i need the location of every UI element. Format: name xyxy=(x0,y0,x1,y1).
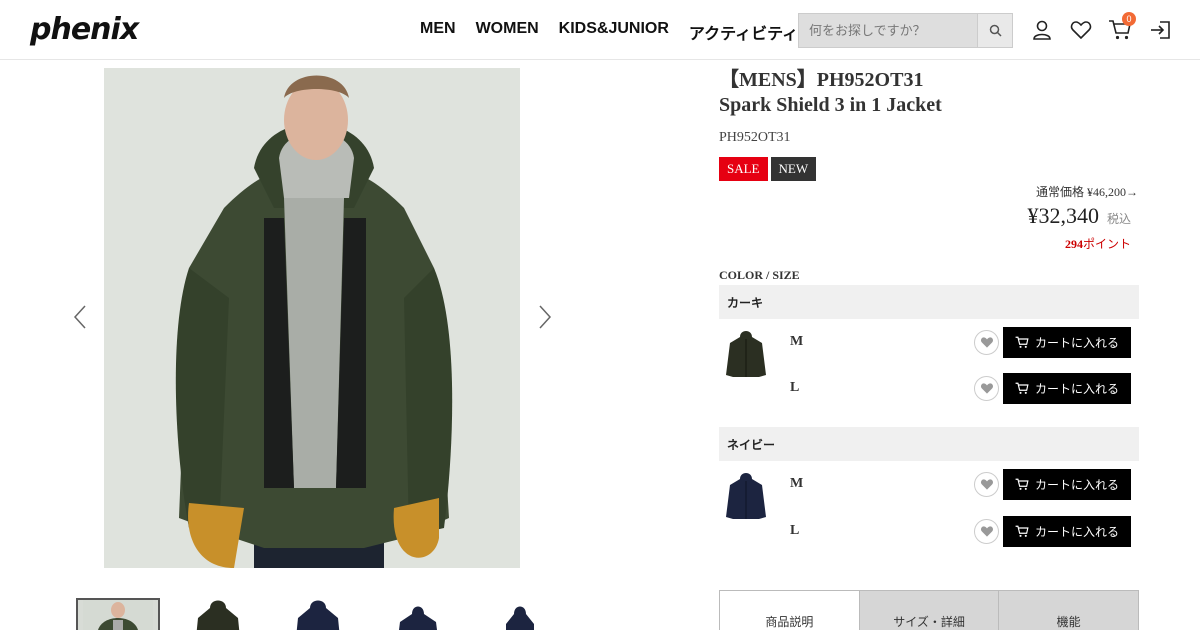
size-label-khaki-l: L xyxy=(790,380,800,395)
product-main-image[interactable] xyxy=(104,68,520,568)
thumbnail-item[interactable] xyxy=(476,598,560,630)
chevron-right-icon xyxy=(539,305,552,329)
cart-icon xyxy=(1015,478,1029,490)
points-value: 294 xyxy=(1064,237,1083,251)
jacket-photo xyxy=(104,68,520,568)
favorite-button-navy-m[interactable] xyxy=(974,472,999,497)
color-heading-navy: ネイビー xyxy=(719,427,1139,461)
size-label-navy-m: M xyxy=(790,476,804,491)
sale-badge: SALE xyxy=(719,157,768,181)
tab-description[interactable]: 商品説明 xyxy=(719,590,860,630)
thumbnail-item[interactable] xyxy=(76,598,160,630)
tax-label: 税込 xyxy=(1106,212,1131,226)
add-to-cart-button-navy-m[interactable]: カートに入れる xyxy=(1003,469,1131,500)
product-title-line2: Spark Shield 3 in 1 Jacket xyxy=(719,94,942,116)
add-to-cart-label: カートに入れる xyxy=(1034,382,1119,396)
product-code: PH952OT31 xyxy=(719,130,791,145)
image-prev-button[interactable] xyxy=(68,300,92,334)
add-to-cart-button-khaki-m[interactable]: カートに入れる xyxy=(1003,327,1131,358)
image-next-button[interactable] xyxy=(533,300,557,334)
thumbnail-model xyxy=(83,600,153,630)
cart-button[interactable]: 0 xyxy=(1108,12,1136,42)
thumbnail-item[interactable] xyxy=(376,598,460,630)
sale-price: ¥32,340 xyxy=(1027,203,1099,228)
chevron-left-icon xyxy=(73,305,86,329)
thumbnail-navy-jacket-back xyxy=(399,606,437,630)
add-to-cart-label: カートに入れる xyxy=(1034,525,1119,539)
color-swatch-navy xyxy=(724,471,768,521)
search-button[interactable] xyxy=(978,13,1013,48)
size-label-khaki-m: M xyxy=(790,334,804,349)
color-swatch-khaki xyxy=(724,329,768,379)
heart-icon xyxy=(980,337,993,348)
nav-men[interactable]: MEN xyxy=(420,20,456,44)
heart-icon xyxy=(980,383,993,394)
size-label-navy-l: L xyxy=(790,523,800,538)
cart-icon xyxy=(1015,336,1029,348)
product-info-tabs: 商品説明 サイズ・詳細 機能 xyxy=(719,590,1140,630)
thumbnail-strip xyxy=(76,598,560,630)
search-icon xyxy=(989,24,1002,37)
brand-logo[interactable]: phenix xyxy=(30,12,139,47)
add-to-cart-button-khaki-l[interactable]: カートに入れる xyxy=(1003,373,1131,404)
site-header: phenix MEN WOMEN KIDS&JUNIOR アクティビティ 0 xyxy=(0,0,1200,60)
heart-icon xyxy=(980,526,993,537)
nav-kids-junior[interactable]: KIDS&JUNIOR xyxy=(559,20,669,44)
favorite-button-khaki-l[interactable] xyxy=(974,376,999,401)
wishlist-button[interactable] xyxy=(1069,18,1093,42)
cart-count-badge: 0 xyxy=(1122,12,1136,26)
favorite-button-navy-l[interactable] xyxy=(974,519,999,544)
login-button[interactable] xyxy=(1148,18,1172,42)
cart-icon xyxy=(1015,525,1029,537)
product-title: 【MENS】PH952OT31 Spark Shield 3 in 1 Jack… xyxy=(719,68,942,118)
new-badge: NEW xyxy=(770,157,817,181)
tab-features[interactable]: 機能 xyxy=(999,590,1140,630)
search-input[interactable] xyxy=(798,13,978,48)
thumbnail-navy-jacket-side xyxy=(506,606,534,630)
user-icon xyxy=(1033,20,1051,40)
points-label: ポイント xyxy=(1082,237,1131,251)
login-icon xyxy=(1151,21,1170,39)
thumbnail-item[interactable] xyxy=(276,598,360,630)
thumbnail-khaki-jacket xyxy=(196,600,240,630)
search-box xyxy=(798,13,1013,48)
regular-price: 通常価格 ¥46,200→ xyxy=(1035,185,1138,199)
color-heading-khaki: カーキ xyxy=(719,285,1139,319)
add-to-cart-label: カートに入れる xyxy=(1034,478,1119,492)
favorite-button-khaki-m[interactable] xyxy=(974,330,999,355)
thumbnail-navy-jacket xyxy=(296,600,340,630)
color-size-label: COLOR / SIZE xyxy=(719,268,800,282)
cart-icon xyxy=(1015,382,1029,394)
khaki-jacket-image xyxy=(726,331,766,377)
points-info: 294ポイント xyxy=(1065,235,1131,252)
product-title-line1: 【MENS】PH952OT31 xyxy=(719,69,924,91)
nav-women[interactable]: WOMEN xyxy=(476,20,539,44)
tab-size-detail[interactable]: サイズ・詳細 xyxy=(859,590,1000,630)
account-button[interactable] xyxy=(1030,18,1054,42)
add-to-cart-label: カートに入れる xyxy=(1034,336,1119,350)
heart-icon xyxy=(980,479,993,490)
add-to-cart-button-navy-l[interactable]: カートに入れる xyxy=(1003,516,1131,547)
navy-jacket-image xyxy=(726,473,766,519)
heart-icon xyxy=(1070,21,1092,40)
main-nav: MEN WOMEN KIDS&JUNIOR アクティビティ xyxy=(420,20,798,44)
price-row: ¥32,340 税込 xyxy=(1027,203,1131,229)
product-badges: SALE NEW xyxy=(719,157,817,181)
nav-activity[interactable]: アクティビティ xyxy=(689,20,798,44)
thumbnail-item[interactable] xyxy=(176,598,260,630)
